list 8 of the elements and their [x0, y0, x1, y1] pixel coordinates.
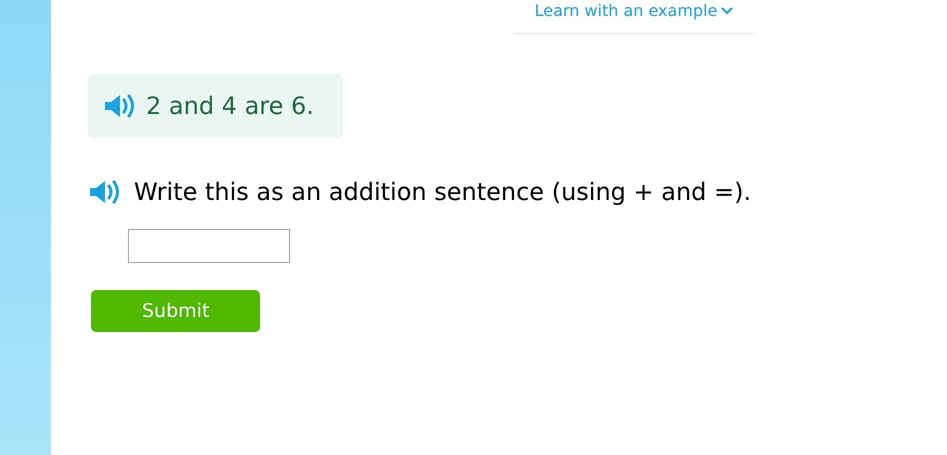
statement-text: 2 and 4 are 6. — [146, 91, 314, 122]
chevron-icon — [721, 7, 734, 15]
question-text: Write this as an addition sentence (using + and =). — [134, 177, 752, 208]
speaker-icon[interactable] — [103, 93, 137, 119]
submit-button[interactable]: Submit — [91, 290, 260, 332]
speaker-icon[interactable] — [88, 179, 122, 205]
example-link[interactable]: Learn with an example — [534, 0, 734, 23]
answer-field[interactable] — [128, 229, 290, 263]
